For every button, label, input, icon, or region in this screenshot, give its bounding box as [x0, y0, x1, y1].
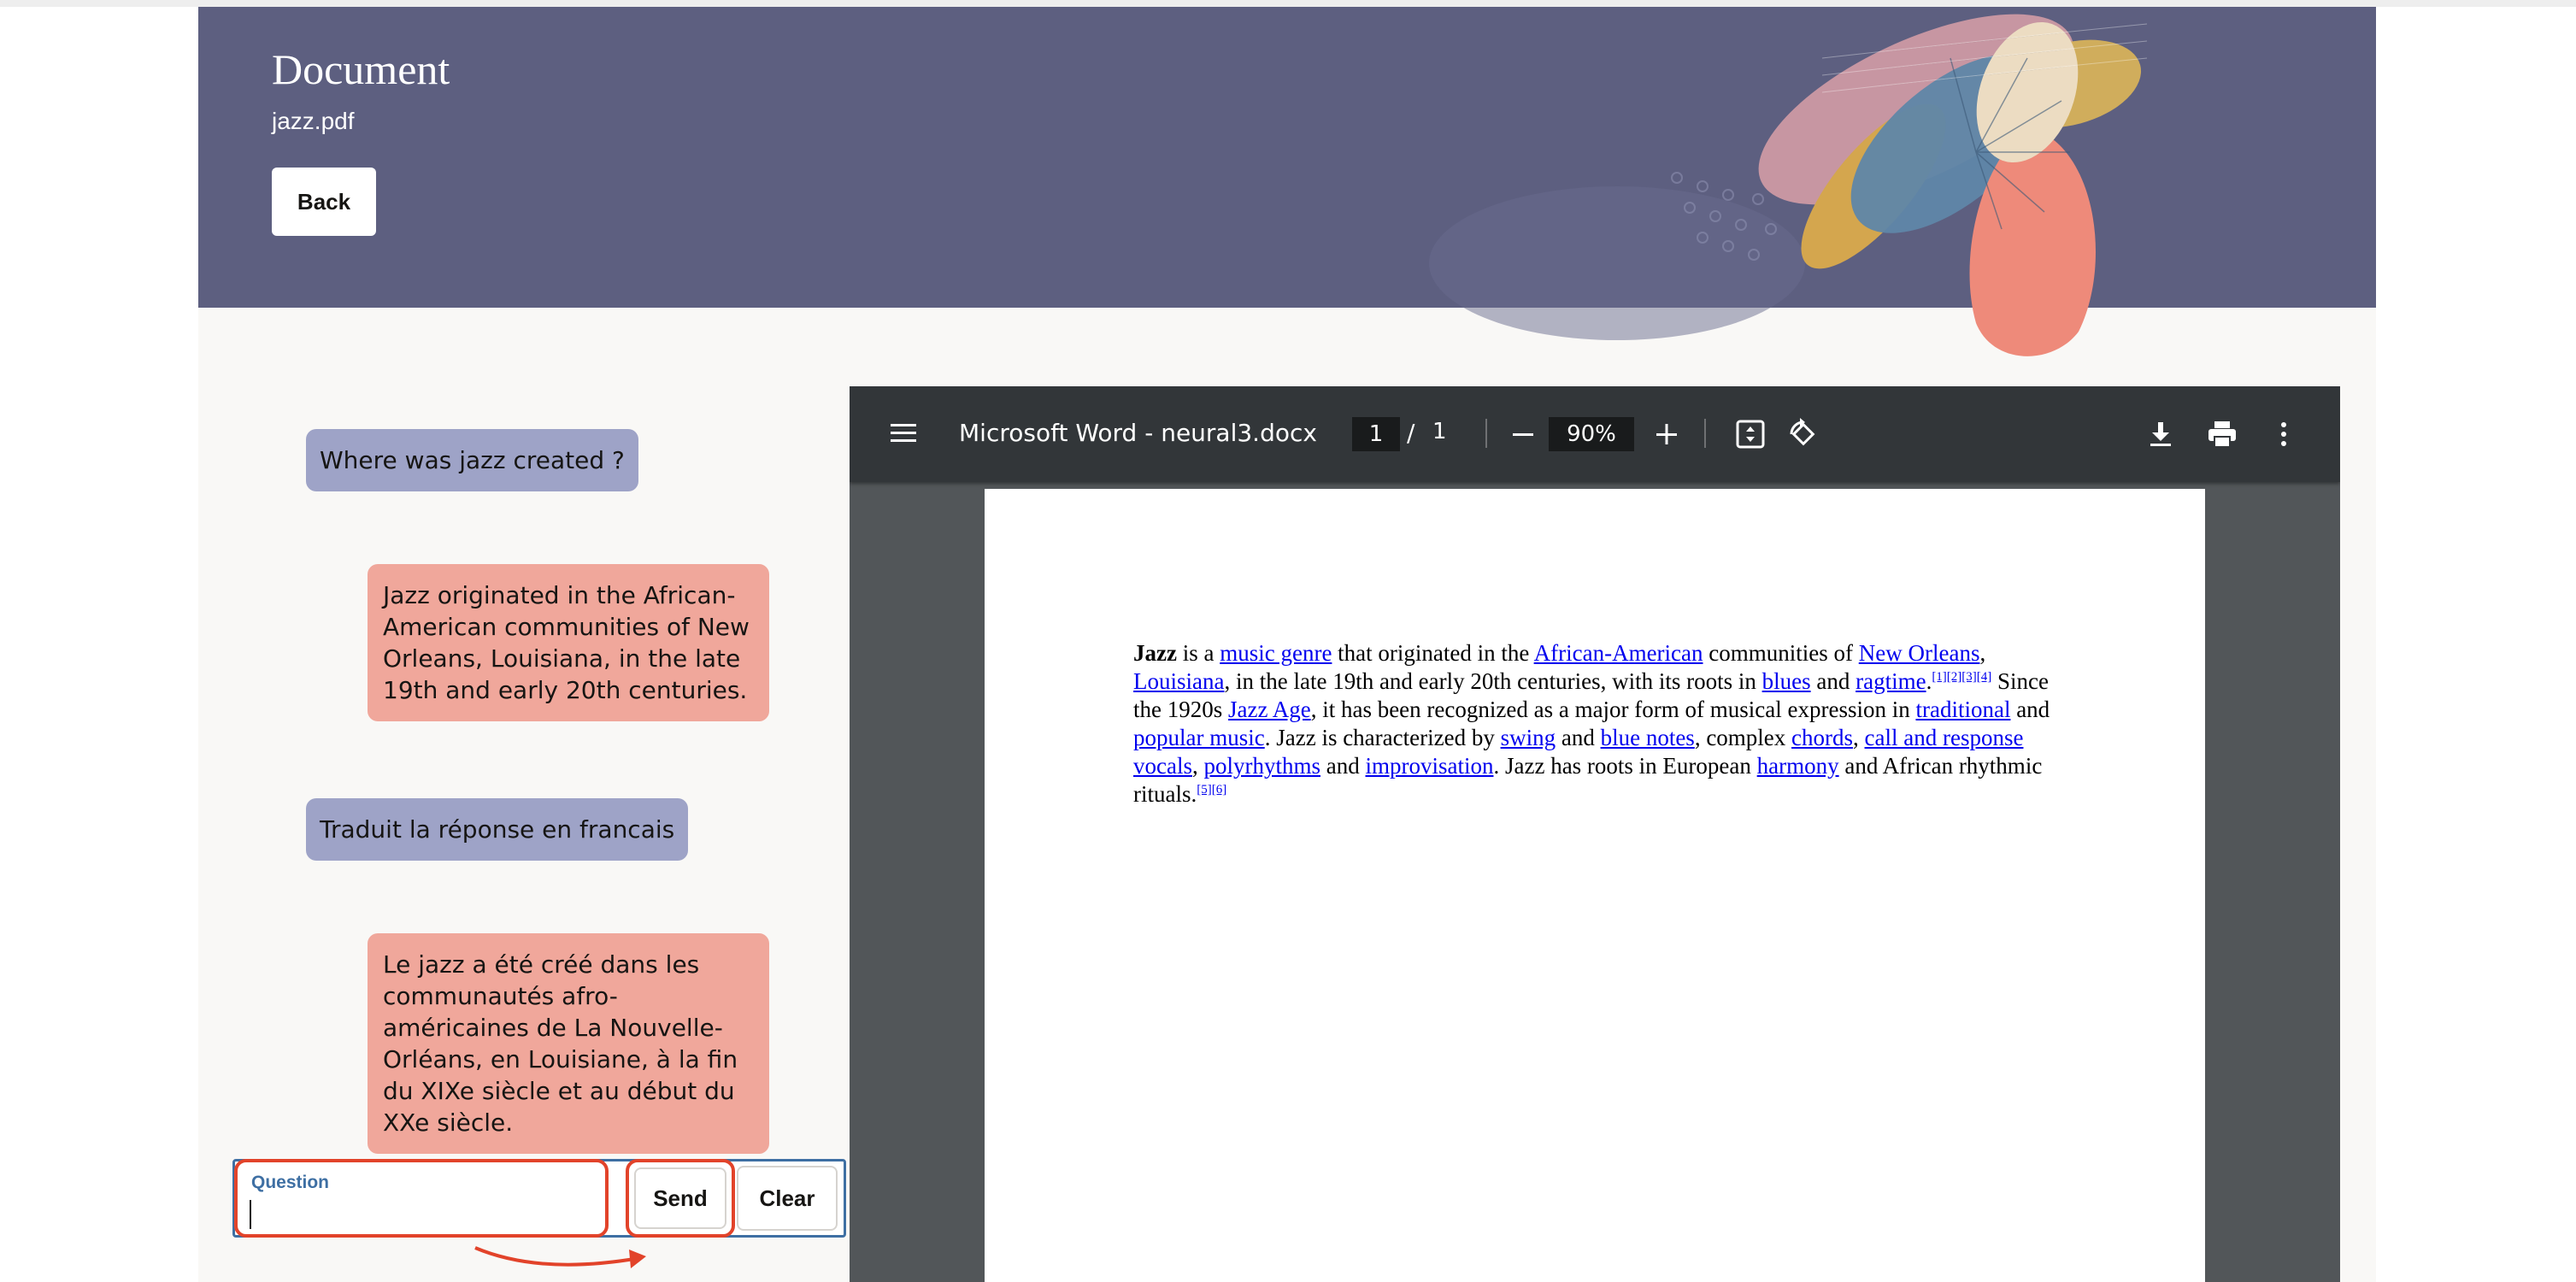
user-message: Traduit la réponse en francais — [306, 798, 689, 861]
pdf-link[interactable]: popular music — [1133, 725, 1265, 750]
decorative-illustration — [1429, 14, 2148, 356]
question-label: Question — [251, 1173, 330, 1192]
send-highlight: Send — [626, 1159, 735, 1238]
question-field[interactable]: Question — [234, 1159, 609, 1238]
pdf-body-text: Jazz is a music genre that originated in… — [1133, 639, 2065, 809]
pdf-text: and — [1556, 725, 1601, 750]
pdf-text: , — [1979, 640, 1986, 666]
pdf-text: and — [1320, 753, 1366, 779]
pdf-toolbar: Microsoft Word - neural3.docx 1 / 1 90% — [850, 386, 2340, 482]
menu-icon[interactable] — [889, 419, 918, 448]
pdf-link[interactable]: harmony — [1757, 753, 1839, 779]
pdf-citation-link[interactable]: [1][2][3][4] — [1932, 670, 1991, 684]
rotate-icon[interactable] — [1785, 415, 1822, 453]
annotation-arrow — [474, 1246, 646, 1268]
send-button[interactable]: Send — [634, 1167, 726, 1229]
pdf-text: , — [1191, 753, 1204, 779]
pdf-link[interactable]: blue notes — [1601, 725, 1695, 750]
top-border — [0, 0, 2576, 7]
pdf-link[interactable]: improvisation — [1365, 753, 1493, 779]
clear-button[interactable]: Clear — [737, 1166, 838, 1231]
pdf-document-title: Microsoft Word - neural3.docx — [959, 419, 1317, 447]
pdf-text: , in the late 19th and early 20th centur… — [1224, 668, 1762, 694]
pdf-link[interactable]: chords — [1791, 725, 1853, 750]
pdf-link[interactable]: swing — [1501, 725, 1556, 750]
pdf-citation-link[interactable]: [5][6] — [1197, 783, 1226, 797]
user-message: Where was jazz created ? — [306, 429, 638, 491]
zoom-out-icon[interactable] — [1504, 415, 1542, 453]
zoom-level-input[interactable]: 90% — [1549, 417, 1634, 451]
pdf-text: that originated in the — [1332, 640, 1534, 666]
page-title: Document — [272, 45, 450, 93]
pdf-text: and — [2010, 697, 2050, 722]
pdf-text: and — [1810, 668, 1856, 694]
pdf-link[interactable]: traditional — [1915, 697, 2010, 722]
pdf-text: , — [1853, 725, 1865, 750]
zoom-in-icon[interactable] — [1648, 415, 1685, 453]
pdf-link[interactable]: New Orleans — [1859, 640, 1980, 666]
pdf-text: is a — [1176, 640, 1220, 666]
pdf-text: , it has been recognized as a major form… — [1310, 697, 1916, 722]
pdf-link[interactable]: polyrhythms — [1203, 753, 1320, 779]
pdf-text: . Jazz is characterized by — [1264, 725, 1501, 750]
main-content: Document jazz.pdf Back Where was jazz cr… — [198, 7, 2376, 1282]
pdf-link[interactable]: music genre — [1220, 640, 1332, 666]
pdf-link[interactable]: blues — [1762, 668, 1811, 694]
page-separator: / — [1407, 419, 1415, 447]
assistant-message: Jazz originated in the African-American … — [368, 564, 769, 721]
pdf-link[interactable]: Jazz Age — [1228, 697, 1311, 722]
pdf-viewer: Microsoft Word - neural3.docx 1 / 1 90% — [850, 386, 2340, 1282]
page-total: 1 — [1432, 419, 1447, 444]
page: Document jazz.pdf Back Where was jazz cr… — [0, 0, 2576, 1282]
back-button[interactable]: Back — [272, 168, 376, 236]
page-header: Document jazz.pdf Back — [198, 7, 2376, 356]
pdf-link[interactable]: Louisiana — [1133, 668, 1224, 694]
toolbar-divider — [1704, 419, 1706, 448]
fit-page-icon[interactable] — [1732, 415, 1769, 453]
question-input[interactable] — [250, 1200, 595, 1229]
download-icon[interactable] — [2142, 415, 2179, 453]
pdf-link[interactable]: African-American — [1534, 640, 1703, 666]
assistant-message: Le jazz a été créé dans les communautés … — [368, 933, 769, 1154]
toolbar-divider — [1485, 419, 1487, 448]
pdf-link[interactable]: ragtime — [1856, 668, 1926, 694]
pdf-text-bold: Jazz — [1133, 640, 1177, 666]
document-filename: jazz.pdf — [272, 108, 355, 134]
more-vert-icon[interactable] — [2265, 415, 2303, 453]
print-icon[interactable] — [2203, 415, 2241, 453]
pdf-text: communities of — [1703, 640, 1859, 666]
pdf-text: . Jazz has roots in European — [1493, 753, 1757, 779]
pdf-page: Jazz is a music genre that originated in… — [985, 489, 2205, 1282]
page-number-input[interactable]: 1 — [1352, 417, 1400, 451]
pdf-text: , complex — [1694, 725, 1792, 750]
